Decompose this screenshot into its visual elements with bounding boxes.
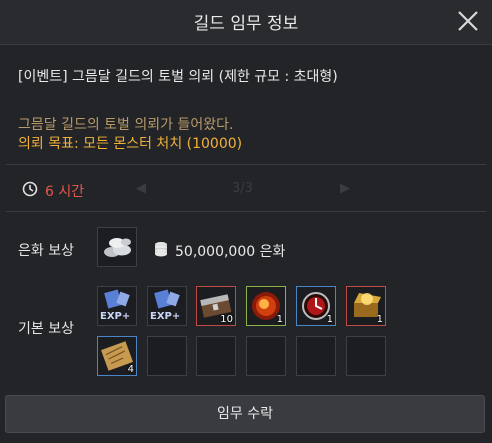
divider [6, 164, 486, 165]
svg-text:EXP+: EXP+ [100, 311, 130, 322]
red-orb-icon[interactable]: 1 [296, 286, 336, 326]
exp-scroll-icon[interactable]: EXP+ [147, 286, 187, 326]
empty-slot [346, 336, 386, 376]
empty-slot [246, 336, 286, 376]
currency-amount: 50,000,000 은화 [175, 244, 286, 260]
divider [0, 44, 492, 45]
item-count: 1 [326, 314, 333, 325]
page-indicator: 3/3 [232, 181, 253, 196]
empty-slot [296, 336, 336, 376]
basic-reward-label: 기본 보상 [18, 321, 74, 337]
item-count: 4 [127, 364, 134, 375]
quest-description: 그믐달 길드의 토벌 의뢰가 들어왔다. [18, 117, 234, 133]
item-count: 10 [220, 314, 233, 325]
chest-icon[interactable]: 10 [196, 286, 236, 326]
empty-slot [147, 336, 187, 376]
time-limit: 6 시간 [45, 184, 85, 200]
accept-quest-button[interactable]: 임무 수락 [5, 395, 485, 433]
svg-text:EXP+: EXP+ [150, 311, 180, 322]
quest-name: [이벤트] 그믐달 길드의 토벌 의뢰 (제한 규모 : 초대형) [18, 69, 338, 85]
exp-scroll-icon[interactable]: EXP+ [97, 286, 137, 326]
scroll-map-icon[interactable]: 4 [97, 336, 137, 376]
guild-quest-window: 길드 임무 정보 [이벤트] 그믐달 길드의 토벌 의뢰 (제한 규모 : 초대… [0, 0, 492, 443]
divider [6, 211, 486, 212]
title-bar: 길드 임무 정보 [0, 0, 492, 44]
gold-chest-icon[interactable]: 1 [346, 286, 386, 326]
coin-stack-icon [154, 241, 168, 257]
next-page-icon: ▶ [340, 181, 350, 196]
item-count: 1 [276, 314, 283, 325]
window-title: 길드 임무 정보 [193, 14, 299, 34]
quest-goal: 의뢰 목표: 모든 몬스터 처치 (10000) [18, 136, 243, 152]
fire-orb-icon[interactable]: 1 [246, 286, 286, 326]
empty-slot [196, 336, 236, 376]
close-icon[interactable] [456, 9, 480, 33]
prev-page-icon: ◀ [136, 181, 146, 196]
silver-coin-icon[interactable] [97, 227, 137, 267]
clock-icon [22, 181, 38, 197]
currency-reward-label: 은화 보상 [18, 243, 74, 259]
item-count: 1 [376, 314, 383, 325]
